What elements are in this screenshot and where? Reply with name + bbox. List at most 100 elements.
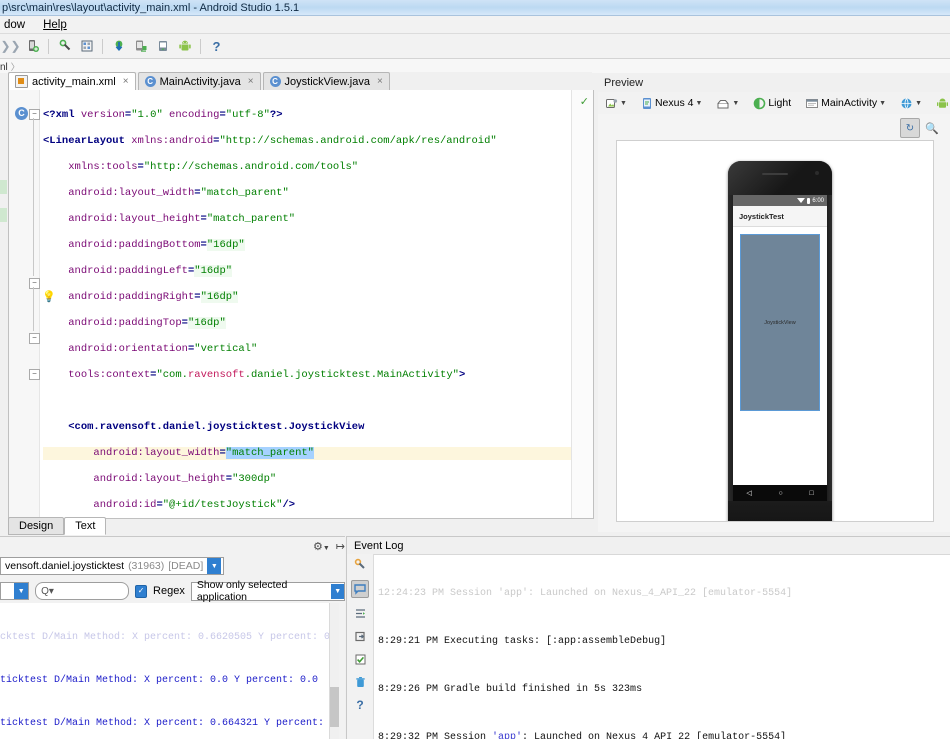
theme-selector[interactable]: Light: [750, 96, 794, 111]
trash-icon[interactable]: [352, 674, 368, 690]
locale-selector[interactable]: ▼: [897, 96, 925, 111]
chevron-down-icon[interactable]: ▼: [207, 558, 222, 574]
process-pid: (31963): [128, 560, 165, 572]
toolbar-separator-2: [102, 38, 103, 54]
menu-item-help[interactable]: Help: [40, 18, 70, 32]
zoom-fit-icon[interactable]: ↻: [900, 118, 920, 138]
event-log-entries[interactable]: 12:24:23 PM Session 'app': Launched on N…: [374, 554, 950, 739]
phone-screen[interactable]: 6:00 JoystickTest JoystickView: [733, 195, 827, 485]
log-level-selector[interactable]: ▼: [0, 582, 30, 600]
logcat-panel-toolbar: ⚙▼ ↦: [0, 537, 353, 555]
preview-canvas[interactable]: 6:00 JoystickTest JoystickView ◁ ○ □: [616, 140, 934, 522]
preview-toolbar: ▼ Nexus 4 ▼ ▼ Light MainActivity ▼ ▼: [598, 92, 950, 115]
event-log-icon[interactable]: [351, 580, 369, 598]
design-text-tabs: Design Text: [8, 517, 107, 535]
help-icon[interactable]: ?: [352, 697, 368, 713]
log-line: cktest D/Main Method: X percent: 0.66205…: [0, 632, 330, 644]
event-log-side-toolbar: ?: [347, 554, 374, 739]
event-log-entry: 8:29:26 PM Gradle build finished in 5s 3…: [378, 682, 950, 698]
tab-text-label: Text: [75, 520, 96, 532]
class-marker-icon[interactable]: C: [15, 107, 28, 120]
log-line: ticktest D/Main Method: X percent: 0.0 Y…: [0, 675, 319, 686]
sync-icon[interactable]: ❯❯: [0, 37, 20, 56]
render-options-button[interactable]: ▼: [602, 96, 630, 111]
entry-text: Executing tasks: [:app:assembleDebug]: [444, 636, 667, 647]
tab-joystickview-java[interactable]: C JoystickView.java ×: [262, 72, 390, 90]
menu-item-window[interactable]: dow: [1, 18, 28, 32]
avd-device-icon[interactable]: [153, 37, 172, 56]
settings-icon[interactable]: [352, 557, 368, 573]
java-class-icon: C: [144, 76, 156, 87]
editor-tab-bar: activity_main.xml × C MainActivity.java …: [8, 72, 592, 91]
nav-recents-icon[interactable]: □: [809, 490, 813, 497]
activity-selector[interactable]: MainActivity ▼: [802, 96, 889, 111]
tab-design-label: Design: [19, 520, 54, 532]
entry-time: 8:29:26 PM: [378, 684, 439, 695]
tab-activity-main-xml[interactable]: activity_main.xml ×: [8, 72, 136, 90]
regex-checkbox[interactable]: ✓: [135, 584, 148, 598]
xml-file-icon: [15, 75, 28, 88]
logcat-scrollbar-thumb[interactable]: [330, 687, 339, 727]
entry-time: 8:29:21 PM: [378, 636, 439, 647]
check-icon[interactable]: [352, 651, 368, 667]
event-log-entry: 8:29:21 PM Executing tasks: [:app:assemb…: [378, 634, 950, 650]
code-text[interactable]: <?xml version="1.0" encoding="utf-8"?> <…: [39, 90, 571, 518]
process-state: [DEAD]: [168, 560, 204, 572]
process-selector[interactable]: vensoft.daniel.joysticktest (31963) [DEA…: [0, 557, 225, 575]
filter-selector[interactable]: Show only selected application ▼: [190, 579, 345, 603]
breadcrumb: nl: [0, 59, 950, 73]
chevron-down-icon[interactable]: ▼: [331, 583, 344, 599]
device-selector[interactable]: Nexus 4 ▼: [638, 96, 705, 111]
nav-home-icon[interactable]: ○: [778, 490, 782, 497]
code-editor[interactable]: C − − − − 💡 <?xml version="1.0" encoding…: [8, 90, 594, 519]
search-icon: Q▾: [41, 585, 54, 597]
phone-bottom-bezel: [728, 501, 832, 521]
battery-icon: [807, 197, 811, 204]
entry-text: Gradle build finished in 5s 323ms: [444, 684, 643, 695]
theme-label: Light: [768, 97, 792, 109]
tab-close-icon[interactable]: ×: [248, 76, 254, 87]
preview-body: ↻ 🔍 6:00 JoystickTest JoystickView ◁ ○ □: [598, 114, 950, 532]
gear-icon[interactable]: ⚙▼: [313, 540, 330, 553]
download-icon[interactable]: [109, 37, 128, 56]
joystick-view-preview[interactable]: JoystickView: [740, 234, 820, 411]
logcat-output[interactable]: cktest D/Main Method: X percent: 0.66205…: [0, 603, 330, 739]
tab-close-icon[interactable]: ×: [377, 76, 383, 87]
help-icon[interactable]: ?: [207, 37, 226, 56]
editor-gutter[interactable]: C − − − −: [9, 90, 40, 518]
android-nav-bar: ◁ ○ □: [733, 485, 827, 501]
nav-back-icon[interactable]: ◁: [746, 490, 751, 497]
device-label: Nexus 4: [654, 97, 694, 109]
collapse-icon[interactable]: [352, 628, 368, 644]
hide-panel-icon[interactable]: ↦: [336, 540, 345, 553]
device-monitor-icon[interactable]: [131, 37, 150, 56]
tab-design[interactable]: Design: [8, 517, 65, 535]
android-status-bar: 6:00: [733, 195, 827, 206]
breadcrumb-segment[interactable]: nl: [0, 60, 24, 73]
app-title: JoystickTest: [739, 211, 784, 221]
tab-mainactivity-java[interactable]: C MainActivity.java ×: [137, 72, 261, 90]
window-title-bar: p\src\main\res\layout\activity_main.xml …: [0, 0, 950, 16]
api-level-selector[interactable]: 23 ▼: [933, 96, 950, 111]
tab-close-icon[interactable]: ×: [123, 76, 129, 87]
sdk-manager-icon[interactable]: [55, 37, 74, 56]
window-title: p\src\main\res\layout\activity_main.xml …: [2, 1, 300, 14]
orientation-selector[interactable]: ▼: [713, 96, 742, 111]
toolbar-separator-1: [48, 38, 49, 54]
toolbar-separator-3: [200, 38, 201, 54]
editor-scroll-markers[interactable]: ✓: [571, 90, 593, 518]
regex-label: Regex: [153, 585, 185, 597]
tab-text[interactable]: Text: [64, 517, 107, 535]
event-log-entry: 12:24:23 PM Session 'app': Launched on N…: [378, 588, 793, 599]
zoom-actual-icon[interactable]: 🔍: [924, 120, 940, 136]
menu-bar: dow Help: [0, 16, 950, 34]
zoom-controls: ↻ 🔍: [900, 118, 940, 138]
android-robot-icon[interactable]: [175, 37, 194, 56]
expand-all-icon[interactable]: [352, 605, 368, 621]
phone-mock: 6:00 JoystickTest JoystickView ◁ ○ □: [728, 161, 832, 521]
search-input[interactable]: Q▾: [35, 582, 130, 600]
chevron-down-icon[interactable]: ▼: [14, 583, 29, 599]
avd-manager-icon[interactable]: [23, 37, 42, 56]
layout-inspector-icon[interactable]: [77, 37, 96, 56]
inspection-ok-icon: ✓: [579, 96, 589, 108]
